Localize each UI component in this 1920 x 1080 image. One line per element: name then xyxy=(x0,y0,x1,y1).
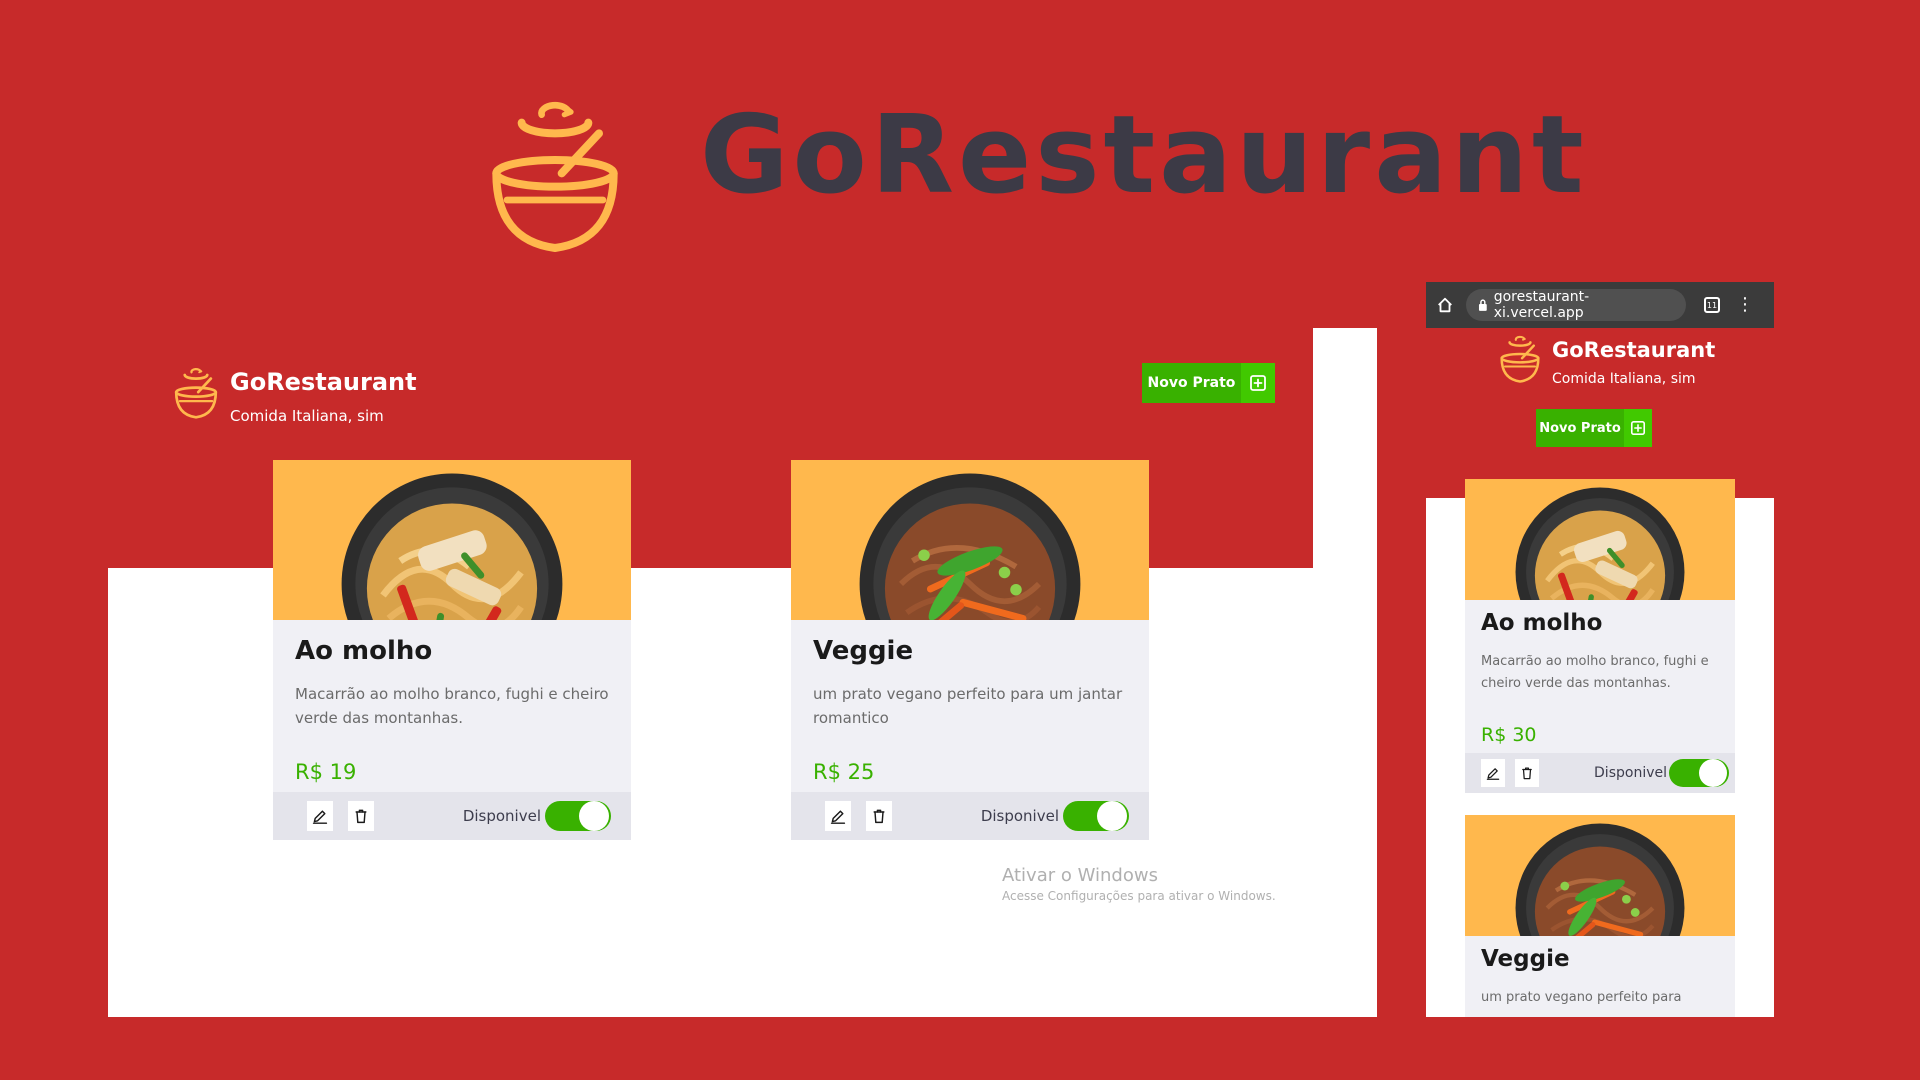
pencil-icon xyxy=(1486,768,1500,780)
desktop-brand: GoRestaurant Comida Italiana, sim xyxy=(230,366,417,426)
edit-button[interactable] xyxy=(825,801,851,831)
availability-toggle[interactable] xyxy=(1063,801,1129,831)
tabs-count: 11 xyxy=(1706,300,1718,310)
availability-label: Disponivel xyxy=(462,807,541,825)
food-card: Veggie um prato vegano perfeito para um … xyxy=(791,460,1149,840)
trash-icon xyxy=(355,809,367,824)
brand-name: GoRestaurant xyxy=(230,368,417,396)
food-card-footer: Disponivel xyxy=(791,792,1149,840)
trash-icon xyxy=(873,809,885,824)
new-dish-button[interactable]: Novo Prato xyxy=(1536,409,1652,447)
address-bar[interactable]: gorestaurant-xi.vercel.app xyxy=(1466,289,1686,321)
food-price: R$ 30 xyxy=(1481,724,1537,746)
new-dish-button[interactable]: Novo Prato xyxy=(1142,363,1275,403)
food-image xyxy=(273,460,631,620)
mobile-browser-bar: gorestaurant-xi.vercel.app 11 ⋮ xyxy=(1426,282,1774,328)
brand-subtitle: Comida Italiana, sim xyxy=(230,407,384,425)
lock-icon xyxy=(1478,299,1487,311)
edit-button[interactable] xyxy=(307,801,333,831)
url-text: gorestaurant-xi.vercel.app xyxy=(1493,289,1590,321)
availability-label: Disponivel xyxy=(980,807,1059,825)
trash-icon xyxy=(1522,767,1532,780)
food-card-footer: Disponivel xyxy=(1465,753,1735,793)
tabs-count-icon[interactable]: 11 xyxy=(1704,297,1720,313)
edit-button[interactable] xyxy=(1481,759,1505,787)
hero-title: GoRestaurant xyxy=(700,93,1588,218)
food-image xyxy=(791,460,1149,620)
food-image xyxy=(1465,479,1735,600)
availability-label: Disponivel xyxy=(1594,765,1667,781)
food-name: Veggie xyxy=(813,636,914,666)
food-price: R$ 25 xyxy=(813,760,875,784)
plus-square-icon xyxy=(1624,409,1652,447)
new-dish-label: Novo Prato xyxy=(1539,420,1621,436)
food-card: Veggie um prato vegano perfeito para xyxy=(1465,815,1735,1017)
food-description: Macarrão ao molho branco, fughi e cheiro… xyxy=(1481,654,1709,691)
availability: Disponivel xyxy=(981,801,1129,831)
windows-watermark: Ativar o Windows Acesse Configurações pa… xyxy=(1002,864,1276,904)
brand-subtitle: Comida Italiana, sim xyxy=(1552,371,1696,387)
watermark-subtitle: Acesse Configurações para ativar o Windo… xyxy=(1002,889,1276,903)
delete-button[interactable] xyxy=(866,801,892,831)
availability-toggle[interactable] xyxy=(1669,759,1729,787)
toggle-knob xyxy=(1699,759,1727,787)
logo-bowl-icon xyxy=(174,367,218,419)
new-dish-label: Novo Prato xyxy=(1147,375,1236,391)
delete-button[interactable] xyxy=(348,801,374,831)
availability: Disponivel xyxy=(463,801,611,831)
availability-toggle[interactable] xyxy=(545,801,611,831)
availability: Disponivel xyxy=(1594,759,1729,787)
home-icon[interactable] xyxy=(1436,296,1454,314)
food-image xyxy=(1465,815,1735,936)
watermark-title: Ativar o Windows xyxy=(1002,865,1158,886)
plus-square-icon xyxy=(1241,363,1275,403)
food-description: um prato vegano perfeito para xyxy=(1481,990,1682,1005)
food-description: Macarrão ao molho branco, fughi e cheiro… xyxy=(295,685,609,727)
food-description: um prato vegano perfeito para um jantar … xyxy=(813,685,1123,727)
food-name: Ao molho xyxy=(1481,610,1603,636)
food-name: Veggie xyxy=(1481,946,1570,972)
mobile-brand: GoRestaurant Comida Italiana, sim xyxy=(1552,336,1715,388)
logo-bowl-icon xyxy=(1500,335,1540,383)
pencil-icon xyxy=(312,810,328,824)
toggle-knob xyxy=(579,801,609,831)
food-card: Ao molho Macarrão ao molho branco, fughi… xyxy=(273,460,631,840)
food-card-footer: Disponivel xyxy=(273,792,631,840)
pencil-icon xyxy=(830,810,846,824)
food-card: Ao molho Macarrão ao molho branco, fughi… xyxy=(1465,479,1735,793)
brand-name: GoRestaurant xyxy=(1552,338,1716,362)
food-price: R$ 19 xyxy=(295,760,357,784)
toggle-knob xyxy=(1097,801,1127,831)
food-name: Ao molho xyxy=(295,636,433,666)
logo-bowl-icon xyxy=(470,96,640,256)
kebab-menu-icon[interactable]: ⋮ xyxy=(1736,296,1754,314)
delete-button[interactable] xyxy=(1515,759,1539,787)
